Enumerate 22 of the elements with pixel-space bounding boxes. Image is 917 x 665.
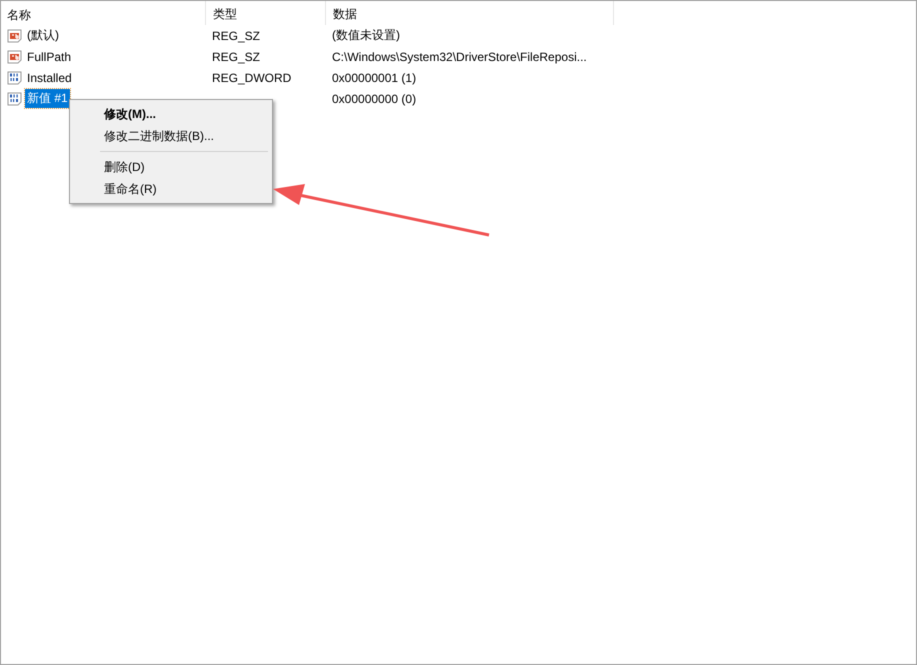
table-cell-text: REG_SZ (211, 28, 262, 42)
value-name[interactable]: FullPath (25, 48, 74, 64)
table-cell-text: REG_DWORD (211, 70, 292, 84)
value-name[interactable]: 新值 #1 (25, 89, 70, 108)
binary-value-icon (7, 90, 23, 106)
table-cell-text: C:\Windows\System32\DriverStore\FileReposi... (331, 50, 588, 64)
value-name[interactable]: Installed (25, 70, 74, 86)
menu-item[interactable]: 删除(D) (72, 156, 270, 178)
table-cell-text: 0x00000001 (1) (331, 70, 418, 84)
column-header[interactable]: 类型 (206, 1, 326, 25)
menu-item[interactable]: 修改(M)... (72, 103, 270, 125)
table-cell-text: REG_SZ (211, 50, 262, 64)
menu-item[interactable]: 重命名(R) (72, 178, 270, 200)
menu-item[interactable]: 修改二进制数据(B)... (72, 125, 270, 147)
column-header[interactable]: 数据 (326, 1, 614, 25)
table-cell-text: 0x00000000 (0) (331, 92, 418, 106)
binary-value-icon (7, 70, 23, 86)
string-value-icon (7, 48, 23, 64)
table-cell-text: (数值未设置) (331, 27, 401, 44)
value-name[interactable]: (默认) (25, 26, 61, 45)
column-header[interactable]: 名称 (1, 1, 206, 25)
string-value-icon (7, 28, 23, 44)
